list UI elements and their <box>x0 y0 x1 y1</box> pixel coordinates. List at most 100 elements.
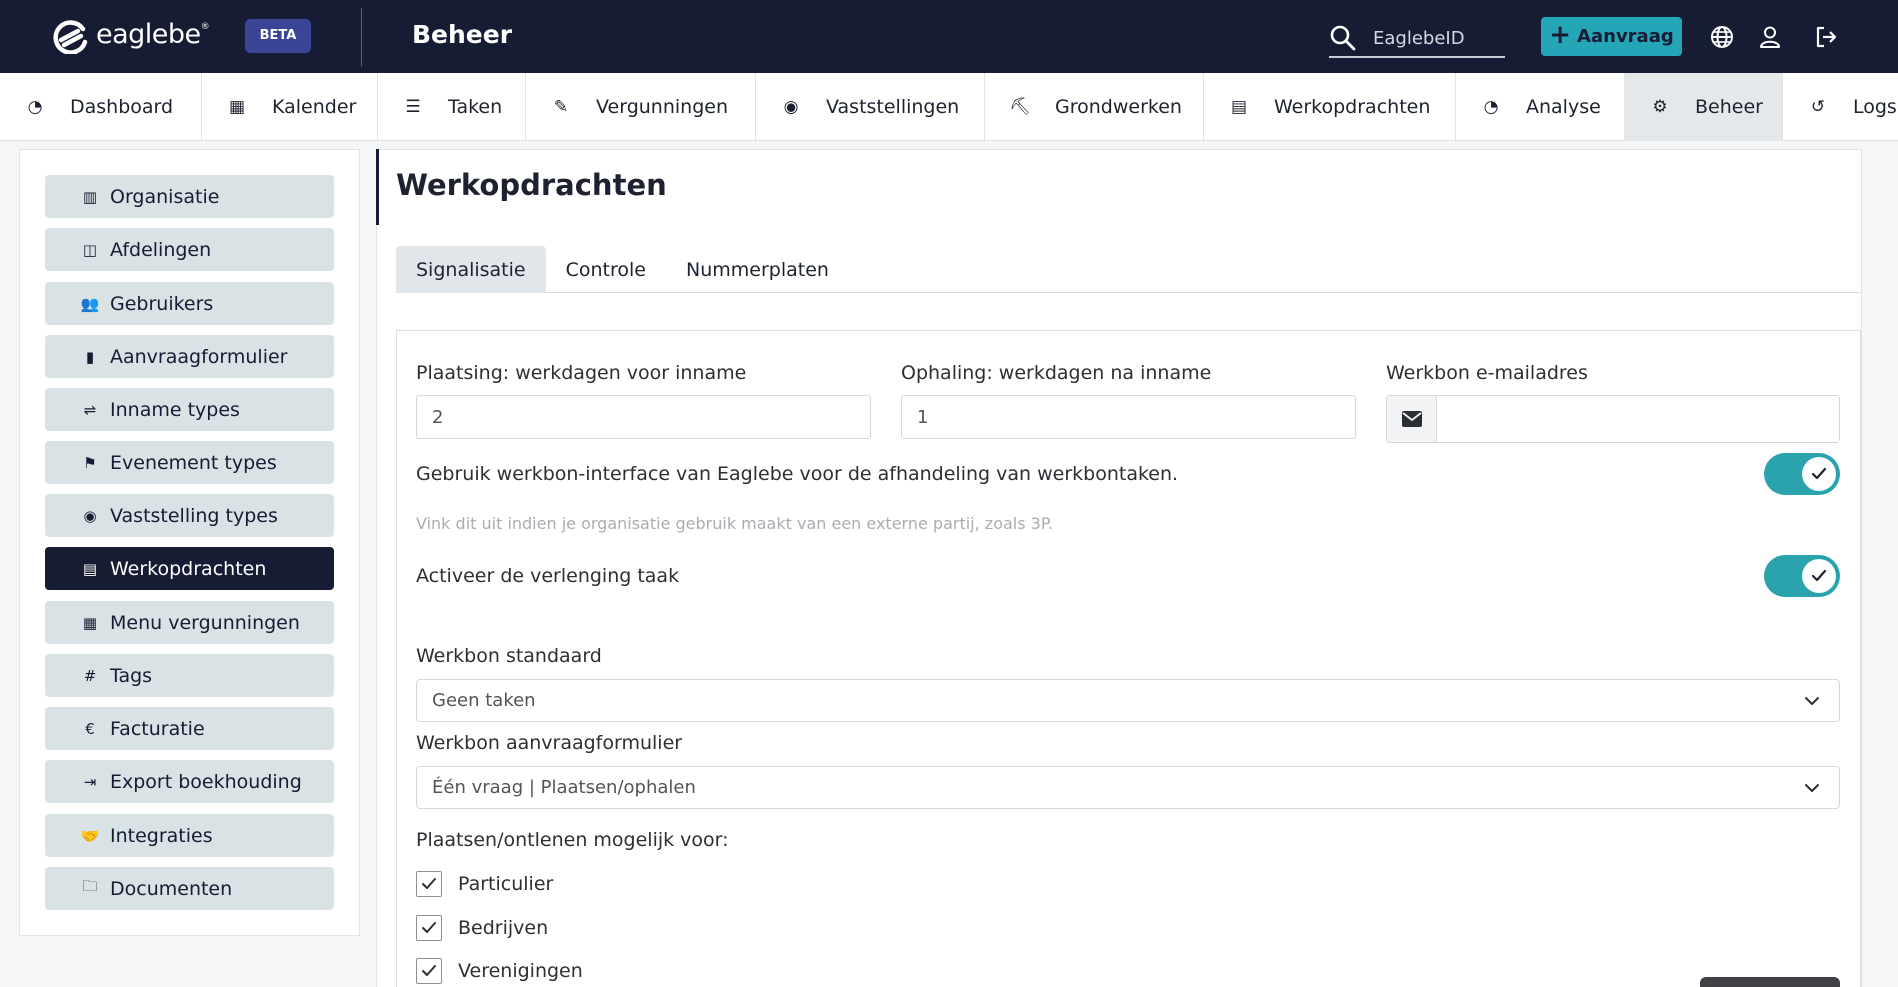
checkbox[interactable] <box>416 871 442 897</box>
nav-beheer[interactable]: ⚙ Beheer <box>1625 73 1783 141</box>
ophaling-label: Ophaling: werkdagen na inname <box>901 362 1212 384</box>
handshake-icon: 🤝 <box>80 826 100 845</box>
checkbox-label: Verenigingen <box>458 960 583 982</box>
nav-label: Dashboard <box>70 96 174 118</box>
user-icon[interactable] <box>1757 24 1783 50</box>
check-icon <box>422 922 436 933</box>
chevron-down-icon <box>1805 784 1819 792</box>
plus-icon: + <box>1549 20 1572 50</box>
eaglebe-logo-icon[interactable] <box>52 20 88 54</box>
email-field[interactable] <box>1386 395 1840 443</box>
sidebar-item-facturatie[interactable]: € Facturatie <box>45 707 334 750</box>
ophaling-input[interactable] <box>901 395 1356 439</box>
sidebar-item-organisatie[interactable]: ▥ Organisatie <box>45 175 334 218</box>
aanvraag-label: Aanvraag <box>1577 26 1674 47</box>
check-icon <box>1811 569 1827 582</box>
sidebar-item-gebruikers[interactable]: 👥 Gebruikers <box>45 282 334 325</box>
page-title: Werkopdrachten <box>396 168 667 202</box>
nav-vaststellingen[interactable]: ◉ Vaststellingen <box>756 73 985 141</box>
check-icon <box>422 878 436 889</box>
chevron-down-icon <box>1805 697 1819 705</box>
plaatsing-input[interactable] <box>416 395 871 439</box>
nav-grondwerken[interactable]: ⛏ Grondwerken <box>985 73 1204 141</box>
nav-label: Taken <box>448 96 503 118</box>
tab-controle[interactable]: Controle <box>546 246 666 293</box>
sidebar-item-label: Evenement types <box>110 451 277 474</box>
sidebar-item-evenement-types[interactable]: ⚑ Evenement types <box>45 441 334 484</box>
grid-icon: ▦ <box>82 613 98 632</box>
nav-dashboard[interactable]: ◔ Dashboard <box>0 73 202 141</box>
sidebar-item-label: Integraties <box>110 824 213 847</box>
sidebar-item-label: Tags <box>110 664 153 687</box>
search-input[interactable] <box>1373 24 1503 52</box>
new-aanvraag-button[interactable]: + Aanvraag <box>1541 17 1682 56</box>
sidebar-item-aanvraagformulier[interactable]: ▮ Aanvraagformulier <box>45 335 334 378</box>
sidebar-item-werkopdrachten[interactable]: ▤ Werkopdrachten <box>45 547 334 590</box>
verlenging-toggle[interactable] <box>1764 555 1840 597</box>
interface-option-text: Gebruik werkbon-interface van Eaglebe vo… <box>416 463 1179 485</box>
sidebar-item-label: Inname types <box>110 398 240 421</box>
dashboard-icon: ◔ <box>27 97 43 117</box>
flag-checkered-icon: ⚑ <box>83 453 97 472</box>
globe-icon[interactable] <box>1709 24 1735 50</box>
checkbox[interactable] <box>416 915 442 941</box>
table-icon: ◫ <box>82 240 98 259</box>
nav-analyse[interactable]: ◔ Analyse <box>1456 73 1625 141</box>
sidebar-item-tags[interactable]: # Tags <box>45 654 334 697</box>
toggle-knob <box>1802 457 1836 491</box>
email-input[interactable] <box>1437 396 1839 442</box>
nav-kalender[interactable]: ▦ Kalender <box>202 73 378 141</box>
sidebar-item-vaststelling-types[interactable]: ◉ Vaststelling types <box>45 494 334 537</box>
permit-icon: ✎ <box>553 97 569 117</box>
sidebar-item-label: Organisatie <box>110 185 220 208</box>
settings-tabs: Signalisatie Controle Nummerplaten <box>396 246 1861 293</box>
tab-signalisatie[interactable]: Signalisatie <box>396 246 546 293</box>
logout-icon[interactable] <box>1813 24 1839 50</box>
beta-badge: BETA <box>245 19 311 53</box>
checkbox-verenigingen[interactable]: Verenigingen <box>416 958 583 984</box>
sidebar-item-label: Export boekhouding <box>110 770 302 793</box>
nav-logs[interactable]: ↺ Logs <box>1783 73 1898 141</box>
werkbon-aanvraagformulier-select[interactable]: Één vraag | Plaatsen/ophalen <box>416 766 1840 809</box>
sidebar-item-label: Aanvraagformulier <box>110 345 288 368</box>
logo-text[interactable]: eaglebe® <box>96 19 210 50</box>
checkbox-bedrijven[interactable]: Bedrijven <box>416 915 548 941</box>
sidebar-item-menu-vergunningen[interactable]: ▦ Menu vergunningen <box>45 601 334 644</box>
interface-toggle[interactable] <box>1764 453 1840 495</box>
nav-taken[interactable]: ☰ Taken <box>378 73 526 141</box>
sidebar-item-label: Vaststelling types <box>110 504 278 527</box>
sidebar-item-export-boekhouding[interactable]: ⇥ Export boekhouding <box>45 760 334 803</box>
check-icon <box>1811 467 1827 480</box>
plaatsing-label: Plaatsing: werkdagen voor inname <box>416 362 747 384</box>
sidebar-item-label: Menu vergunningen <box>110 611 300 634</box>
sidebar-item-integraties[interactable]: 🤝 Integraties <box>45 814 334 857</box>
tab-nummerplaten[interactable]: Nummerplaten <box>666 246 849 293</box>
document-icon: ▤ <box>1230 97 1248 117</box>
nav-vergunningen[interactable]: ✎ Vergunningen <box>526 73 756 141</box>
folder-open-icon: 🗀 <box>82 877 98 895</box>
email-label: Werkbon e-mailadres <box>1386 362 1588 384</box>
werkbon-standaard-select[interactable]: Geen taken <box>416 679 1840 722</box>
search-box[interactable] <box>1329 20 1505 58</box>
sidebar-item-documenten[interactable]: 🗀 Documenten <box>45 867 334 910</box>
building-icon: ▥ <box>82 187 98 206</box>
interface-hint: Vink dit uit indien je organisatie gebru… <box>416 514 1054 533</box>
selected-value: Geen taken <box>432 690 536 711</box>
history-icon: ↺ <box>1810 97 1826 117</box>
werkbon-standaard-label: Werkbon standaard <box>416 645 602 667</box>
sidebar-item-afdelingen[interactable]: ◫ Afdelingen <box>45 228 334 271</box>
floating-action-button[interactable] <box>1700 977 1840 987</box>
header-divider <box>361 8 362 66</box>
envelope-icon <box>1401 411 1422 427</box>
sidebar-item-label: Gebruikers <box>110 292 214 315</box>
checkbox[interactable] <box>416 958 442 984</box>
toggle-knob <box>1802 559 1836 593</box>
search-icon[interactable] <box>1329 24 1357 52</box>
sidebar-item-label: Werkopdrachten <box>110 557 267 580</box>
nav-label: Grondwerken <box>1055 96 1182 118</box>
nav-werkopdrachten[interactable]: ▤ Werkopdrachten <box>1204 73 1456 141</box>
checkbox-particulier[interactable]: Particulier <box>416 871 553 897</box>
sidebar-item-inname-types[interactable]: ⇌ Inname types <box>45 388 334 431</box>
calendar-icon: ▦ <box>228 97 246 117</box>
werkbon-aanvraagformulier-label: Werkbon aanvraagformulier <box>416 732 683 754</box>
